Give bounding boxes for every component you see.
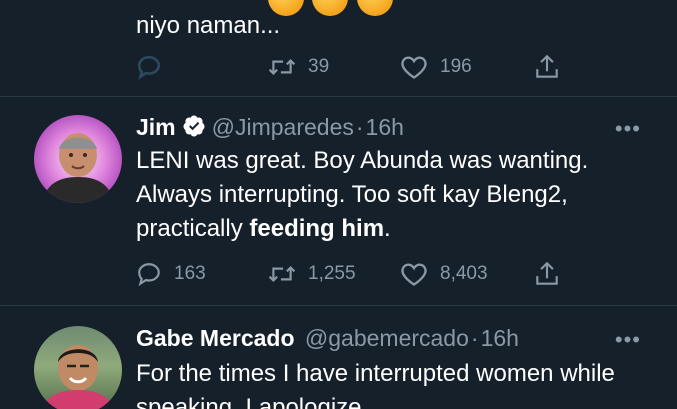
avatar-person-image [41, 345, 115, 409]
reply-button[interactable]: 163 [136, 259, 206, 289]
share-button[interactable] [534, 52, 560, 82]
retweet-count: 39 [308, 56, 330, 77]
tweet-jim[interactable]: Jim @Jimparedes·16h ••• LENI was great. B… [0, 97, 677, 305]
reply-icon [137, 55, 161, 80]
tweet-text: niyo naman... [136, 12, 281, 39]
share-button[interactable] [534, 259, 560, 289]
user-handle[interactable]: @Jimparedes [212, 114, 354, 140]
tweet-text: For the times I have interrupted women w… [136, 360, 615, 409]
timestamp[interactable]: 16h [481, 325, 519, 351]
retweet-icon [268, 59, 296, 75]
separator-dot: · [470, 325, 479, 351]
tweet-text: LENI was great. Boy Abunda was wanting. … [136, 144, 636, 246]
verified-badge-icon [182, 114, 206, 144]
tweet-gabe[interactable]: Gabe Mercado @gabemercado·16h ••• For th… [0, 306, 677, 409]
reply-count: 163 [174, 263, 206, 284]
heart-icon [401, 56, 427, 79]
tweet-text-end: . [384, 215, 391, 242]
share-icon [536, 54, 558, 78]
avatar[interactable] [34, 115, 122, 203]
retweet-button[interactable]: 39 [268, 52, 329, 82]
share-icon [536, 261, 558, 285]
like-count: 8,403 [440, 263, 488, 284]
reply-button[interactable] [136, 52, 162, 82]
separator-dot: · [355, 114, 364, 140]
tweet-previous[interactable]: niyo naman... 39 196 [0, 0, 677, 96]
display-name[interactable]: Gabe Mercado [136, 325, 295, 351]
avatar[interactable] [34, 326, 122, 409]
more-options-icon[interactable]: ••• [615, 329, 641, 351]
reply-icon [138, 263, 160, 287]
like-button[interactable]: 196 [400, 52, 472, 82]
retweet-button[interactable]: 1,255 [268, 259, 356, 289]
like-button[interactable]: 8,403 [400, 259, 488, 289]
retweet-count: 1,255 [308, 263, 356, 284]
tweet-header: Jim @Jimparedes·16h [136, 113, 404, 144]
more-options-icon[interactable]: ••• [615, 118, 641, 140]
heart-icon [401, 263, 427, 286]
tweet-actions: 39 196 [136, 52, 656, 82]
like-count: 196 [440, 56, 472, 77]
retweet-icon [268, 266, 296, 282]
timeline-feed: niyo naman... 39 196 Jim @Jimparedes·16h… [0, 0, 677, 409]
tweet-header: Gabe Mercado @gabemercado·16h [136, 324, 519, 352]
user-handle[interactable]: @gabemercado [305, 325, 469, 351]
timestamp[interactable]: 16h [366, 114, 404, 140]
tweet-text-bold: feeding him [249, 215, 385, 242]
display-name[interactable]: Jim [136, 114, 176, 140]
tweet-actions: 163 1,255 8,403 [136, 259, 656, 289]
avatar-person-image [42, 133, 114, 203]
